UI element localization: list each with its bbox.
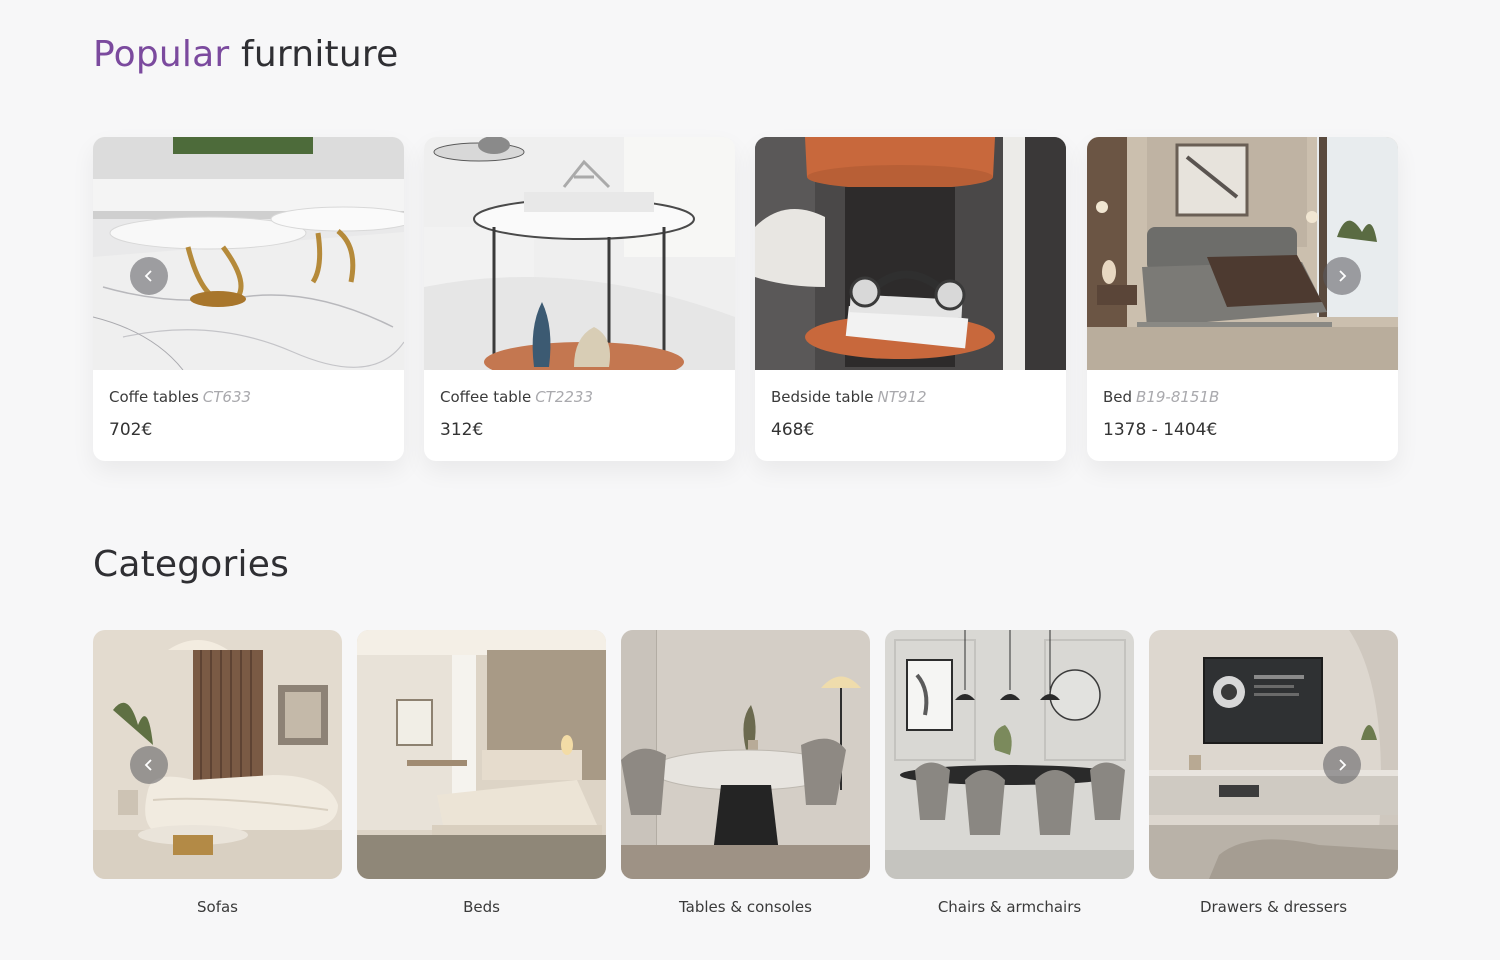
- carousel-next-button[interactable]: [1323, 257, 1361, 295]
- popular-furniture-title: Popular furniture: [93, 34, 398, 75]
- title-rest: furniture: [241, 34, 399, 75]
- product-card[interactable]: Bedside table NT912 468€: [755, 137, 1066, 461]
- chevron-right-icon: [1339, 759, 1347, 771]
- category-label[interactable]: Tables & consoles: [621, 898, 870, 916]
- category-image[interactable]: [1149, 630, 1398, 879]
- product-card[interactable]: Bed B19-8151B 1378 - 1404€: [1087, 137, 1398, 461]
- category-label[interactable]: Beds: [357, 898, 606, 916]
- product-name[interactable]: Bed B19-8151B: [1103, 388, 1382, 406]
- chevron-left-icon: [144, 759, 152, 771]
- category-image[interactable]: [885, 630, 1134, 879]
- categories-title: Categories: [93, 544, 290, 585]
- product-code: CT633: [202, 388, 252, 406]
- category-image[interactable]: [357, 630, 606, 879]
- product-image[interactable]: [755, 137, 1066, 370]
- product-name[interactable]: Bedside table NT912: [771, 388, 1050, 406]
- product-image[interactable]: [93, 137, 404, 370]
- product-name[interactable]: Coffee table CT2233: [440, 388, 719, 406]
- product-code: NT912: [877, 388, 927, 406]
- chevron-right-icon: [1339, 270, 1347, 282]
- category-card-sofas[interactable]: Sofas: [93, 630, 342, 916]
- category-card-beds[interactable]: Beds: [357, 630, 606, 916]
- product-price: 468€: [771, 420, 815, 440]
- category-label[interactable]: Sofas: [93, 898, 342, 916]
- categories-carousel: Sofas Beds Tables & consoles Chairs & ar…: [93, 630, 1398, 930]
- title-accent: Popular: [93, 34, 230, 75]
- product-price: 1378 - 1404€: [1103, 420, 1218, 440]
- product-code: B19-8151B: [1136, 388, 1220, 406]
- category-label[interactable]: Chairs & armchairs: [885, 898, 1134, 916]
- category-label[interactable]: Drawers & dressers: [1149, 898, 1398, 916]
- product-image[interactable]: [424, 137, 735, 370]
- category-image[interactable]: [93, 630, 342, 879]
- carousel-next-button[interactable]: [1323, 746, 1361, 784]
- popular-products-carousel: Coffe tables CT633 702€ Coffee table CT2…: [93, 137, 1398, 461]
- carousel-prev-button[interactable]: [130, 257, 168, 295]
- category-image[interactable]: [621, 630, 870, 879]
- product-card[interactable]: Coffee table CT2233 312€: [424, 137, 735, 461]
- product-price: 702€: [109, 420, 153, 440]
- product-code: CT2233: [535, 388, 594, 406]
- product-price: 312€: [440, 420, 484, 440]
- chevron-left-icon: [144, 270, 152, 282]
- product-image[interactable]: [1087, 137, 1398, 370]
- category-card-chairs-armchairs[interactable]: Chairs & armchairs: [885, 630, 1134, 916]
- category-card-drawers-dressers[interactable]: Drawers & dressers: [1149, 630, 1398, 916]
- carousel-prev-button[interactable]: [130, 746, 168, 784]
- product-name[interactable]: Coffe tables CT633: [109, 388, 388, 406]
- product-card[interactable]: Coffe tables CT633 702€: [93, 137, 404, 461]
- category-card-tables-consoles[interactable]: Tables & consoles: [621, 630, 870, 916]
